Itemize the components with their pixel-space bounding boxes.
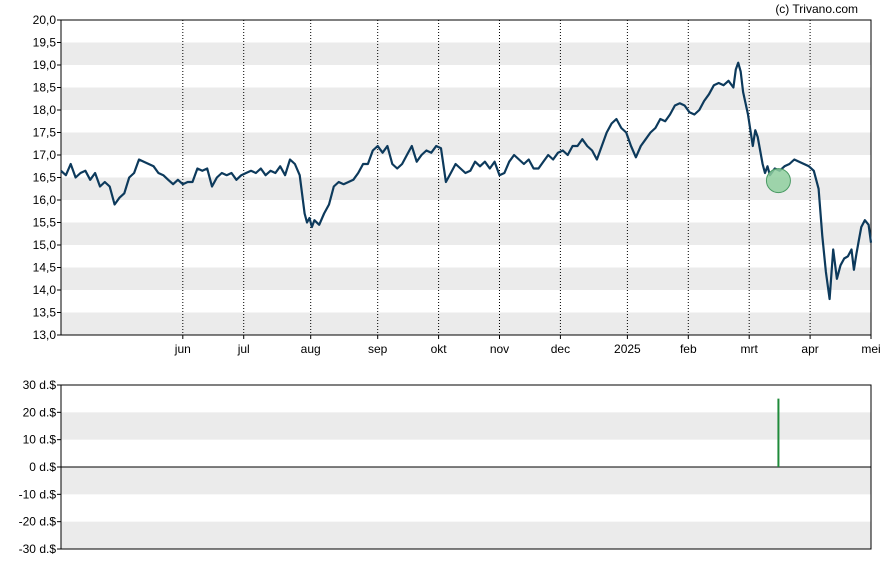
price-tick-label: 13,5 — [33, 306, 57, 320]
price-axis-ticks: 13,0 13,5 14,0 14,5 15,0 15,5 16,0 16,5 17,0 17,5… — [33, 13, 61, 342]
price-tick-label: 14,0 — [33, 283, 57, 297]
price-tick-label: 14,5 — [33, 261, 57, 275]
volume-tick-label: -20 d.$ — [19, 515, 57, 529]
price-tick-label: 15,5 — [33, 216, 57, 230]
month-tick-label: aug — [301, 342, 321, 356]
month-tick-label: okt — [431, 342, 448, 356]
price-tick-label: 18,5 — [33, 81, 57, 95]
volume-tick-label: 10 d.$ — [23, 433, 57, 447]
month-tick-label: mei — [861, 342, 880, 356]
volume-band — [61, 412, 871, 440]
price-tick-label: 20,0 — [33, 13, 57, 27]
month-tick-label: 2025 — [614, 342, 641, 356]
price-tick-label: 13,0 — [33, 328, 57, 342]
month-axis-ticks: jun jul aug sep okt nov dec 2025 feb mrt apr mei — [174, 335, 881, 356]
volume-tick-label: 20 d.$ — [23, 405, 57, 419]
event-marker — [765, 168, 791, 194]
price-tick-label: 16,5 — [33, 171, 57, 185]
month-tick-label: jul — [237, 342, 250, 356]
volume-band — [61, 467, 871, 495]
month-tick-label: mrt — [741, 342, 759, 356]
price-tick-label: 18,0 — [33, 103, 57, 117]
month-tick-label: jun — [174, 342, 191, 356]
price-tick-label: 19,0 — [33, 58, 57, 72]
volume-tick-label: 0 d.$ — [29, 460, 56, 474]
month-tick-label: feb — [680, 342, 697, 356]
volume-tick-label: 30 d.$ — [23, 378, 57, 392]
price-tick-label: 17,0 — [33, 148, 57, 162]
price-tick-label: 15,0 — [33, 238, 57, 252]
month-tick-label: sep — [368, 342, 388, 356]
month-tick-label: dec — [551, 342, 570, 356]
month-tick-label: apr — [801, 342, 818, 356]
price-tick-label: 17,5 — [33, 126, 57, 140]
volume-tick-label: -30 d.$ — [19, 542, 57, 556]
volume-axis-ticks: 30 d.$ 20 d.$ 10 d.$ 0 d.$ -10 d.$ -20 d.$ -30… — [19, 378, 61, 556]
price-tick-label: 19,5 — [33, 36, 57, 50]
copyright-label: (c) Trivano.com — [775, 2, 858, 16]
month-tick-label: nov — [490, 342, 509, 356]
stock-chart: 13,0 13,5 14,0 14,5 15,0 15,5 16,0 16,5 17,0 17,5… — [19, 2, 881, 556]
volume-panel-bands — [61, 412, 871, 549]
volume-tick-label: -10 d.$ — [19, 487, 57, 501]
volume-band — [61, 521, 871, 549]
price-tick-label: 16,0 — [33, 193, 57, 207]
